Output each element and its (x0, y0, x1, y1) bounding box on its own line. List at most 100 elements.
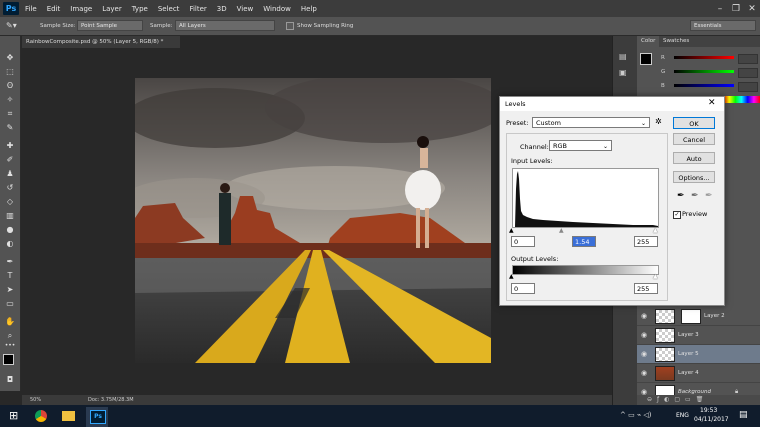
chevron-down-icon: ⌄ (640, 120, 646, 127)
dialog-titlebar[interactable]: Levels ✕ (500, 97, 724, 111)
language-indicator[interactable]: ENG (676, 412, 689, 419)
menu-type[interactable]: Type (132, 5, 148, 13)
preset-options-gear-icon[interactable]: ✲ (655, 117, 662, 126)
menu-file[interactable]: File (25, 5, 37, 13)
lasso-tool-icon[interactable]: ʘ (4, 80, 16, 92)
visibility-eye-icon[interactable]: ◉ (641, 350, 647, 358)
quick-select-tool-icon[interactable]: ✧ (4, 94, 16, 106)
photoshop-taskbar-active[interactable]: Ps (86, 407, 108, 427)
white-point-eyedropper-icon[interactable]: ✒ (705, 191, 713, 201)
workspace-select[interactable]: Essentials (690, 20, 756, 31)
color-panel-foreground[interactable] (640, 53, 652, 65)
blue-slider[interactable] (674, 84, 734, 87)
chrome-icon[interactable] (35, 410, 47, 422)
file-explorer-icon[interactable] (62, 411, 75, 421)
sample-select[interactable]: All Layers (175, 20, 275, 31)
blur-tool-icon[interactable]: ● (4, 224, 16, 236)
input-white-field[interactable]: 255 (634, 236, 658, 247)
properties-panel-icon[interactable]: ▣ (619, 68, 631, 78)
visibility-eye-icon[interactable]: ◉ (641, 312, 647, 320)
output-white-field[interactable]: 255 (634, 283, 658, 294)
maximize-icon[interactable]: ❐ (728, 4, 744, 14)
history-brush-icon[interactable]: ↺ (4, 182, 16, 194)
menu-image[interactable]: Image (70, 5, 92, 13)
layer-row-2[interactable]: ◉ Layer 2 (637, 307, 760, 326)
type-tool-icon[interactable]: T (4, 270, 16, 282)
history-panel-icon[interactable]: ▤ (619, 52, 631, 62)
dodge-tool-icon[interactable]: ◐ (4, 238, 16, 250)
system-tray-icons[interactable]: ^ ▭ ⌁ ◁) (620, 411, 651, 419)
notifications-icon[interactable]: ▤ (739, 410, 748, 420)
input-black-field[interactable]: 0 (511, 236, 535, 247)
clock-date[interactable]: 04/11/2017 (694, 416, 729, 423)
crop-tool-icon[interactable]: ⌗ (4, 108, 16, 120)
eraser-tool-icon[interactable]: ◇ (4, 196, 16, 208)
input-gamma-slider[interactable]: ▲ (559, 227, 564, 234)
green-value[interactable] (738, 68, 758, 78)
eyedropper-icon[interactable]: ✎ (4, 122, 16, 134)
pen-tool-icon[interactable]: ✒ (4, 256, 16, 268)
input-white-slider[interactable]: ▲ (653, 227, 658, 234)
visibility-eye-icon[interactable]: ◉ (641, 369, 647, 377)
layers-panel-footer-icons[interactable]: ⊖ƒ◐▢▭🗑 (637, 395, 760, 405)
black-point-eyedropper-icon[interactable]: ✒ (677, 191, 685, 201)
show-sampling-ring-checkbox[interactable] (286, 22, 294, 30)
close-icon[interactable]: ✕ (744, 4, 760, 14)
brush-tool-icon[interactable]: ✐ (4, 154, 16, 166)
menu-window[interactable]: Window (263, 5, 291, 13)
red-value[interactable] (738, 54, 758, 64)
rectangle-tool-icon[interactable]: ▭ (4, 298, 16, 310)
options-button[interactable]: Options... (673, 171, 715, 183)
zoom-level[interactable]: 50% (30, 395, 41, 405)
gray-point-eyedropper-icon[interactable]: ✒ (691, 191, 699, 201)
blue-value[interactable] (738, 82, 758, 92)
menu-help[interactable]: Help (301, 5, 317, 13)
minimize-icon[interactable]: – (712, 4, 728, 14)
document-tab[interactable]: RainbowComposite.psd @ 50% (Layer 5, RGB… (22, 36, 180, 48)
dialog-close-icon[interactable]: ✕ (708, 98, 716, 108)
menu-3d[interactable]: 3D (217, 5, 227, 13)
layer-row-3[interactable]: ◉ Layer 3 (637, 326, 760, 345)
marquee-tool-icon[interactable]: ⬚ (4, 66, 16, 78)
color-ramp[interactable] (723, 96, 760, 103)
tab-swatches[interactable]: Swatches (659, 36, 693, 47)
path-select-icon[interactable]: ➤ (4, 284, 16, 296)
foreground-color-swatch[interactable] (3, 354, 14, 365)
gradient-tool-icon[interactable]: ▥ (4, 210, 16, 222)
hand-tool-icon[interactable]: ✋ (4, 316, 16, 328)
menu-filter[interactable]: Filter (189, 5, 206, 13)
green-slider[interactable] (674, 70, 734, 73)
move-tool-icon[interactable]: ✥ (4, 52, 16, 64)
output-black-field[interactable]: 0 (511, 283, 535, 294)
document-image[interactable] (135, 78, 491, 363)
menu-view[interactable]: View (237, 5, 254, 13)
output-black-slider[interactable]: ▲ (509, 273, 514, 280)
menu-layer[interactable]: Layer (102, 5, 122, 13)
red-slider[interactable] (674, 56, 734, 59)
output-white-slider[interactable]: ▲ (653, 273, 658, 280)
layer-mask-thumbnail[interactable] (681, 309, 701, 324)
input-black-slider[interactable]: ▲ (509, 227, 514, 234)
preview-checkbox[interactable]: ✓ (673, 211, 681, 219)
sample-size-select[interactable]: Point Sample (77, 20, 143, 31)
windows-start-icon[interactable]: ⊞ (9, 409, 18, 422)
preset-select[interactable]: Custom ⌄ (532, 117, 650, 128)
channel-select[interactable]: RGB ⌄ (549, 140, 612, 151)
quick-mask-icon[interactable]: ◘ (4, 374, 16, 386)
menu-select[interactable]: Select (158, 5, 180, 13)
layer-row-5-selected[interactable]: ◉ Layer 5 (637, 345, 760, 364)
cancel-button[interactable]: Cancel (673, 133, 715, 145)
more-tools-icon[interactable]: ••• (4, 340, 16, 352)
clone-stamp-icon[interactable]: ♟ (4, 168, 16, 180)
eyedropper-tool-icon[interactable]: ✎▾ (6, 20, 26, 32)
healing-brush-icon[interactable]: ✚ (4, 140, 16, 152)
clock-time[interactable]: 19:53 (700, 407, 717, 414)
visibility-eye-icon[interactable]: ◉ (641, 331, 647, 339)
menu-edit[interactable]: Edit (47, 5, 61, 13)
tab-color[interactable]: Color (637, 36, 660, 47)
input-slider-track[interactable]: ▲ ▲ ▲ (509, 227, 658, 234)
ok-button[interactable]: OK (673, 117, 715, 129)
auto-button[interactable]: Auto (673, 152, 715, 164)
input-gamma-field[interactable]: 1.54 (572, 236, 596, 247)
layer-row-4[interactable]: ◉ Layer 4 (637, 364, 760, 383)
